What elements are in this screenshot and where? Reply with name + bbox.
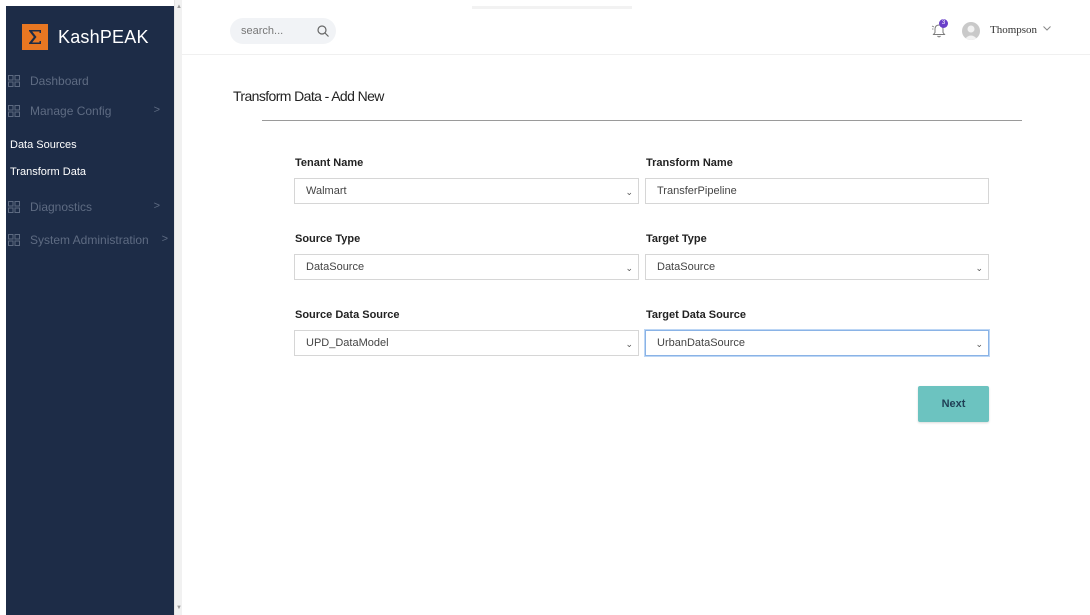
target-type-label: Target Type <box>646 233 707 245</box>
top-tab-strip <box>472 6 632 9</box>
scroll-down-arrow-icon[interactable]: ▼ <box>175 603 183 613</box>
grid-icon <box>8 234 20 246</box>
user-name[interactable]: Thompson <box>990 24 1037 36</box>
target-type-value: DataSource <box>657 261 716 273</box>
user-avatar-icon <box>964 25 978 40</box>
sidebar-subitem-transform-data[interactable]: Transform Data <box>10 166 86 178</box>
sigma-logo-icon <box>22 24 48 50</box>
sidebar-item-label: System Administration <box>30 233 149 247</box>
page-title: Transform Data - Add New <box>233 88 384 104</box>
sidebar-subitem-data-sources[interactable]: Data Sources <box>10 139 77 151</box>
source-data-source-label: Source Data Source <box>295 309 400 321</box>
brand-logo[interactable]: KashPEAK <box>22 17 182 57</box>
sidebar-item-label: Manage Config <box>30 104 112 118</box>
grid-icon <box>8 201 20 213</box>
chevron-right-icon: > <box>161 233 168 245</box>
transform-name-input[interactable] <box>645 178 989 204</box>
target-data-source-select[interactable]: UrbanDataSource ⌄ <box>645 330 989 356</box>
tenant-name-label: Tenant Name <box>295 157 364 169</box>
sidebar-scrollbar[interactable]: ▲ ▼ <box>174 0 182 615</box>
chevron-down-icon: ⌄ <box>975 263 983 273</box>
transform-name-label: Transform Name <box>646 157 733 169</box>
header-divider <box>182 54 1090 55</box>
tenant-name-value: Walmart <box>306 185 347 197</box>
search-icon[interactable] <box>316 24 330 38</box>
brand-name: KashPEAK <box>58 26 149 47</box>
avatar[interactable] <box>962 22 980 40</box>
sidebar-item-diagnostics[interactable]: Diagnostics > <box>0 192 168 222</box>
source-type-label: Source Type <box>295 233 361 245</box>
source-data-source-value: UPD_DataModel <box>306 337 389 349</box>
grid-icon <box>8 75 20 87</box>
sidebar-item-system-administration[interactable]: System Administration > <box>0 225 168 255</box>
sidebar-item-label: Dashboard <box>30 74 89 88</box>
sidebar-item-dashboard[interactable]: Dashboard <box>0 66 168 96</box>
grid-icon <box>8 105 20 117</box>
chevron-down-icon: ⌄ <box>625 263 633 273</box>
app-window: ▲ ▼ KashPEAK Dashboard Manage Config > D… <box>0 0 1090 615</box>
chevron-down-icon: ⌄ <box>975 339 983 349</box>
chevron-down-icon: ⌄ <box>625 339 633 349</box>
chevron-right-icon: > <box>153 104 160 116</box>
target-data-source-value: UrbanDataSource <box>657 337 746 349</box>
chevron-down-icon[interactable] <box>1042 23 1052 33</box>
chevron-right-icon: > <box>153 200 160 212</box>
title-divider <box>262 120 1022 121</box>
scroll-up-arrow-icon[interactable]: ▲ <box>175 2 183 12</box>
next-button[interactable]: Next <box>918 386 989 422</box>
chevron-down-icon: ⌄ <box>625 187 633 197</box>
notification-badge[interactable]: 3 <box>939 19 948 28</box>
sidebar-item-label: Diagnostics <box>30 200 93 214</box>
search-input[interactable] <box>230 18 310 44</box>
tenant-name-select[interactable]: Walmart ⌄ <box>294 178 639 204</box>
source-type-select[interactable]: DataSource ⌄ <box>294 254 639 280</box>
source-data-source-select[interactable]: UPD_DataModel ⌄ <box>294 330 639 356</box>
target-type-select[interactable]: DataSource ⌄ <box>645 254 989 280</box>
target-data-source-label: Target Data Source <box>646 309 747 321</box>
source-type-value: DataSource <box>306 261 365 273</box>
sidebar-item-manage-config[interactable]: Manage Config > <box>0 96 168 126</box>
search-box[interactable] <box>230 18 336 44</box>
